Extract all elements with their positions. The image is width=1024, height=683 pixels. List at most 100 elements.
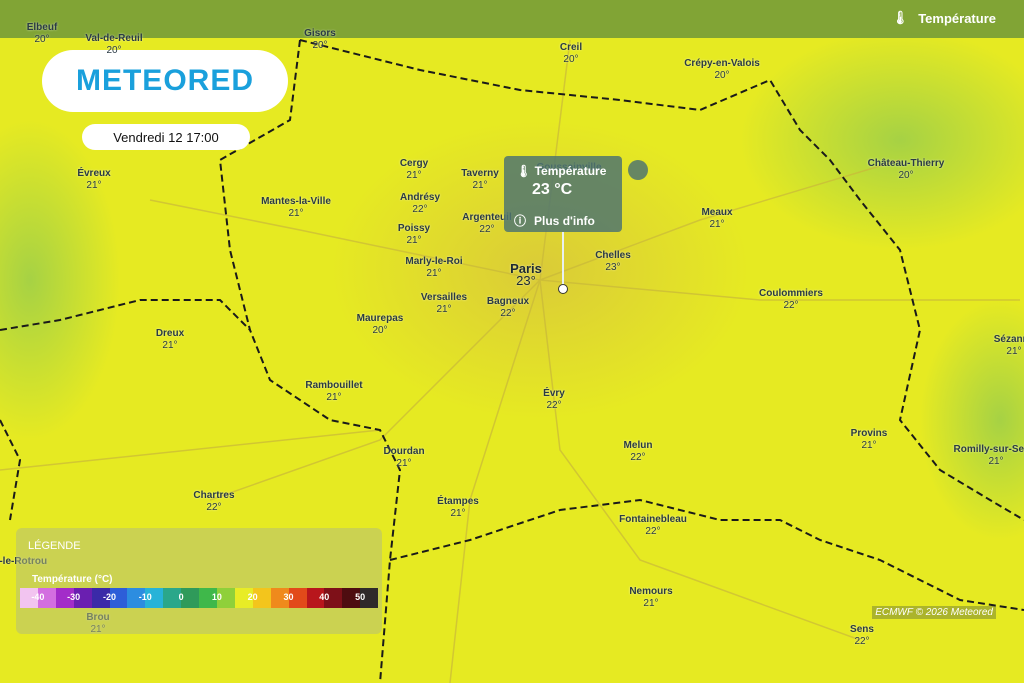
city-label[interactable]: Crépy-en-Valois 20°: [684, 58, 760, 82]
city-label[interactable]: Provins 21°: [851, 428, 888, 452]
city-label[interactable]: Paris 23°: [510, 262, 542, 288]
city-label[interactable]: Évry 22°: [543, 388, 565, 412]
city-label[interactable]: Melun 22°: [624, 440, 653, 464]
city-label[interactable]: Étampes 21°: [437, 496, 479, 520]
color-scale-tick-label: 20: [247, 592, 258, 602]
city-temperature: 23°: [516, 273, 536, 288]
city-label[interactable]: Château-Thierry 20°: [868, 158, 945, 182]
city-label[interactable]: Romilly-sur-Seine21°: [953, 444, 1024, 468]
city-temperature: 21°: [426, 268, 442, 279]
city-label[interactable]: Creil 20°: [560, 42, 582, 66]
legend-subtitle: Température (°C): [32, 574, 113, 585]
city-label[interactable]: Mantes-la-Ville 21°: [261, 196, 331, 220]
city-label[interactable]: Maurepas 20°: [357, 313, 404, 337]
city-temperature: 20°: [312, 40, 328, 51]
color-scale-tick-label: 10: [211, 592, 222, 602]
city-temperature: 22°: [546, 400, 562, 411]
city-label[interactable]: Poissy 21°: [398, 223, 430, 247]
meteored-logo[interactable]: METEORED: [42, 50, 288, 112]
city-label[interactable]: Meaux 21°: [701, 207, 732, 231]
city-label[interactable]: Dourdan 21°: [383, 446, 424, 470]
city-name: Melun: [623, 440, 653, 451]
city-name: Mantes-la-Ville: [261, 196, 331, 207]
city-name: Andrésy: [399, 192, 441, 203]
city-name: Coulommiers: [759, 288, 823, 299]
city-temperature: 21°: [1006, 346, 1022, 357]
city-temperature: 21°: [709, 219, 725, 230]
city-name: Chelles: [595, 250, 631, 261]
city-temperature: 20°: [898, 170, 914, 181]
city-label[interactable]: Chelles 23°: [595, 250, 631, 274]
city-label[interactable]: Marly-le-Roi 21°: [405, 256, 462, 280]
city-label[interactable]: Taverny 21°: [461, 168, 499, 192]
city-name: Évry: [543, 388, 565, 399]
city-label[interactable]: Nemours 21°: [629, 586, 672, 610]
color-scale-tick-label: 40: [319, 592, 330, 602]
city-temperature: 21°: [450, 508, 466, 519]
city-label[interactable]: Andrésy 22°: [400, 192, 440, 216]
city-name: Romilly-sur-Seine: [953, 444, 1024, 455]
color-scale-tick-label: -30: [67, 592, 81, 602]
city-temperature: 20°: [563, 54, 579, 65]
city-label[interactable]: Cergy 21°: [400, 158, 428, 182]
city-label[interactable]: Rambouillet 21°: [305, 380, 362, 404]
city-label[interactable]: Chartres 22°: [193, 490, 234, 514]
thermometer-icon: 🌡: [891, 10, 909, 25]
info-icon: ⓘ: [514, 214, 527, 228]
credit-label: ECMWF © 2026 Meteored: [872, 606, 996, 619]
city-temperature: 23°: [605, 262, 621, 273]
city-name: Dourdan: [383, 446, 425, 457]
city-name: Cergy: [399, 158, 429, 169]
city-label[interactable]: Coulommiers 22°: [759, 288, 823, 312]
color-scale-tick-label: 30: [283, 592, 294, 602]
parameter-selector[interactable]: 🌡 Température: [892, 10, 996, 26]
city-label[interactable]: Sens 22°: [850, 624, 874, 648]
color-scale-labels: -40 -30 -20 -10 0 10 20 30 40 50: [20, 592, 378, 606]
more-info-link[interactable]: ⓘ Plus d'info: [514, 212, 595, 229]
city-name: Sens: [850, 624, 874, 635]
map-marker-button[interactable]: [628, 160, 648, 180]
city-name: Taverny: [461, 168, 499, 179]
city-label[interactable]: Sézanne21°: [994, 334, 1024, 358]
city-name: Évreux: [77, 168, 111, 179]
city-name: Étampes: [437, 496, 479, 507]
logo-text: METEORED: [75, 64, 254, 97]
popup-title: 🌡 Température: [516, 164, 607, 178]
city-label[interactable]: Versailles 21°: [421, 292, 467, 316]
city-label[interactable]: Val-de-Reuil 20°: [85, 33, 142, 57]
legend-panel: LÉGENDE Température (°C) -40 -30 -20 -10 0 10…: [16, 528, 382, 634]
city-name: Poissy: [397, 223, 431, 234]
city-temperature: 21°: [396, 458, 412, 469]
city-name: Provins: [850, 428, 888, 439]
city-name: Bagneux: [486, 296, 530, 307]
city-label[interactable]: Bagneux 22°: [487, 296, 529, 320]
city-label[interactable]: Gisors 20°: [304, 28, 336, 52]
location-pin: [558, 284, 568, 294]
city-name: Marly-le-Roi: [405, 256, 463, 267]
city-temperature: 22°: [206, 502, 222, 513]
top-bar: 🌡 Température: [0, 0, 1024, 38]
city-label[interactable]: Dreux 21°: [156, 328, 184, 352]
timestamp-pill[interactable]: Vendredi 12 17:00: [82, 124, 250, 150]
city-label[interactable]: Évreux 21°: [77, 168, 110, 192]
city-temperature: 21°: [326, 392, 342, 403]
color-scale-tick-label: -10: [138, 592, 152, 602]
city-temperature: 21°: [86, 180, 102, 191]
temperature-popup[interactable]: 🌡 Température 23 °C ⓘ Plus d'info: [504, 156, 622, 232]
city-temperature: 21°: [643, 598, 659, 609]
city-name: Versailles: [420, 292, 468, 303]
city-temperature: 22°: [645, 526, 661, 537]
city-temperature: 21°: [861, 440, 877, 451]
city-label[interactable]: Elbeuf 20°: [27, 22, 58, 46]
city-temperature: 21°: [162, 340, 178, 351]
city-name: Nemours: [629, 586, 673, 597]
city-name: Creil: [559, 42, 583, 53]
city-temperature: 22°: [412, 204, 428, 215]
city-name: Château-Thierry: [867, 158, 945, 169]
city-name: Gisors: [304, 28, 336, 39]
timestamp-label: Vendredi 12 17:00: [113, 129, 219, 145]
color-scale-tick-label: -20: [102, 592, 117, 602]
city-name: Dreux: [155, 328, 185, 339]
city-label[interactable]: Fontainebleau 22°: [619, 514, 687, 538]
city-temperature: 22°: [854, 636, 870, 647]
